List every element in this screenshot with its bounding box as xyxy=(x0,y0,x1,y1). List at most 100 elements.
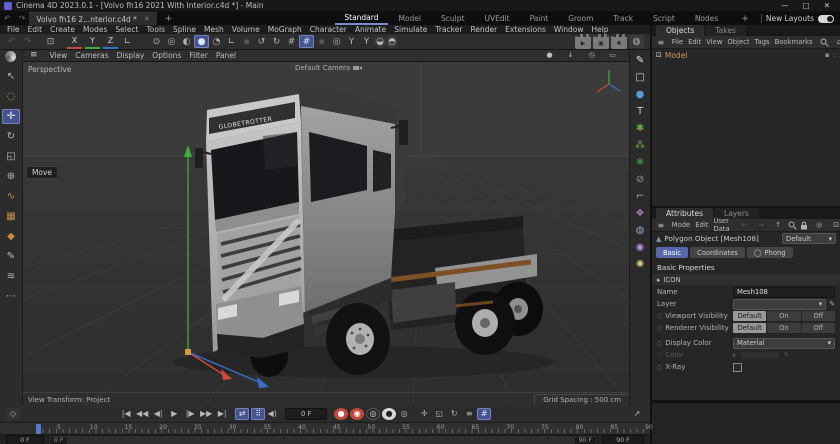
spline-pen-icon[interactable]: ✎ xyxy=(632,53,648,67)
goto-end-button[interactable]: ▶| xyxy=(215,408,229,420)
param-circle-icon[interactable]: ○ xyxy=(657,325,662,332)
isolate-single-icon[interactable]: ◓ xyxy=(386,36,398,48)
audio-icon[interactable]: ◀) xyxy=(265,408,279,420)
menu-item[interactable]: Character xyxy=(306,25,351,34)
tab-takes[interactable]: Takes xyxy=(705,25,746,36)
modeling-settings-tool[interactable]: ▦ xyxy=(2,209,20,224)
range-start-field[interactable]: 0 F xyxy=(6,435,44,444)
down-arrow-icon[interactable]: ↓ xyxy=(561,50,580,60)
pen-tool[interactable]: ✎ xyxy=(2,249,20,264)
render-region-icon[interactable]: ◍ xyxy=(629,35,644,48)
layout-tab-model[interactable]: Model xyxy=(390,13,431,24)
volume-icon[interactable]: ❖ xyxy=(632,206,648,220)
name-input[interactable] xyxy=(733,287,835,298)
live-selection-tool[interactable]: ◌ xyxy=(2,89,20,104)
camera-indicator[interactable]: Default Camera xyxy=(295,64,362,72)
isolate-icon[interactable]: ◒ xyxy=(374,36,386,48)
edit-icon[interactable]: ⊡ xyxy=(829,221,840,230)
display-color-dropdown[interactable]: Material ▾ xyxy=(733,338,835,349)
viewport-menu-item[interactable]: Panel xyxy=(212,51,240,60)
shading-mode-icon[interactable]: ◐ xyxy=(179,35,194,48)
goto-start-button[interactable]: |◀ xyxy=(119,408,133,420)
spline-boolean-icon[interactable]: ⌐ xyxy=(632,189,648,203)
redo-icon[interactable]: ↷ xyxy=(20,35,35,48)
menu-item[interactable]: Extensions xyxy=(501,25,550,34)
rv-default-button[interactable]: Default xyxy=(733,323,766,333)
layout-tab-sculpt[interactable]: Sculpt xyxy=(432,13,473,24)
vv-default-button[interactable]: Default xyxy=(733,311,766,321)
axis-x-button[interactable]: X xyxy=(67,35,82,49)
attributes-hamburger-icon[interactable]: ≡ xyxy=(655,221,667,230)
add-layout-button[interactable]: + xyxy=(733,14,757,24)
fcurve-editor-icon[interactable]: ↗ xyxy=(630,408,644,420)
layout-tab-track[interactable]: Track xyxy=(604,13,642,24)
objects-menu-item[interactable]: Bookmarks xyxy=(772,38,815,46)
workplane-lock-icon[interactable]: Y xyxy=(359,35,374,48)
menu-item[interactable]: File xyxy=(3,25,24,34)
record-keyframe-button[interactable]: ● xyxy=(334,408,348,420)
layer-edit-icon[interactable]: ✎ xyxy=(826,300,835,308)
camera-icon[interactable]: ◉ xyxy=(632,240,648,254)
menu-item[interactable]: MoGraph xyxy=(264,25,306,34)
axis-z-button[interactable]: Z xyxy=(103,35,118,49)
attributes-menu-item[interactable]: Mode xyxy=(669,221,693,229)
add-document-button[interactable]: + xyxy=(157,14,181,24)
menu-item[interactable]: Spline xyxy=(169,25,200,34)
render-view-button[interactable]: ▶ xyxy=(575,34,591,49)
param-circle-icon[interactable]: ○ xyxy=(657,313,662,320)
lock-icon[interactable] xyxy=(800,221,809,230)
range-slider[interactable]: 0 F 90 F xyxy=(48,435,598,444)
undo-icon[interactable]: ↶ xyxy=(4,35,19,48)
layout-tab-groom[interactable]: Groom xyxy=(559,13,602,24)
viewport-menu-item[interactable]: Options xyxy=(148,51,185,60)
home-icon[interactable]: ⌂ xyxy=(832,38,840,47)
subdivision-icon[interactable]: ✱ xyxy=(632,121,648,135)
menu-item[interactable]: Window xyxy=(550,25,588,34)
layout-tab-script[interactable]: Script xyxy=(644,13,684,24)
record-parameter-button[interactable]: ≡ xyxy=(462,408,476,420)
tab-objects[interactable]: Objects xyxy=(656,25,704,36)
document-tab[interactable]: Volvo fh16 2...nterior.c4d * ✕ xyxy=(29,12,156,26)
record-filter-button[interactable]: ● xyxy=(382,408,396,420)
workplane-icon[interactable]: Y xyxy=(344,35,359,48)
target-icon[interactable]: ◎ xyxy=(329,35,344,48)
keyframe-snap-button[interactable]: # xyxy=(477,408,491,420)
layout-tab-standard[interactable]: Standard xyxy=(335,12,387,25)
undo-icon[interactable]: ↶ xyxy=(0,14,15,23)
viewport-hamburger-icon[interactable]: ≡ xyxy=(26,50,42,60)
objects-menu-item[interactable]: Edit xyxy=(686,38,704,46)
keyframe-marker-icon[interactable]: ◇ xyxy=(6,408,20,420)
coord-world-icon[interactable]: ↻ xyxy=(269,35,284,48)
keying-settings-button[interactable]: ◎ xyxy=(397,408,411,420)
select-tool[interactable]: ↖ xyxy=(2,69,20,84)
redo-icon[interactable]: ↷ xyxy=(15,14,30,23)
render-settings-button[interactable]: ✱ xyxy=(611,34,627,49)
up-arrow-icon[interactable]: ↑ xyxy=(771,221,785,230)
field-icon[interactable]: ⊘ xyxy=(632,172,648,186)
prev-key-button[interactable]: ◀◀ xyxy=(135,408,149,420)
playhead[interactable] xyxy=(36,424,41,434)
menu-item[interactable]: Animate xyxy=(351,25,390,34)
objects-menu-item[interactable]: View xyxy=(704,38,725,46)
next-key-button[interactable]: ▶▶ xyxy=(199,408,213,420)
c4d-logo-icon[interactable] xyxy=(5,51,16,62)
simulation-mode-icon[interactable]: ● xyxy=(194,35,209,48)
layout-tab-nodes[interactable]: Nodes xyxy=(686,13,727,24)
primitive-sphere-icon[interactable]: ● xyxy=(632,87,648,101)
play-button[interactable]: ▶ xyxy=(167,408,181,420)
axis-y-button[interactable]: Y xyxy=(85,35,100,49)
attributes-menu-item[interactable]: Edit xyxy=(693,221,711,229)
knife-tool[interactable]: ◆ xyxy=(2,229,20,244)
visibility-dots-icon[interactable]: : xyxy=(834,51,836,59)
menu-item[interactable]: Mesh xyxy=(200,25,228,34)
light-icon[interactable]: ✺ xyxy=(632,257,648,271)
menu-item[interactable]: Tracker xyxy=(431,25,466,34)
menu-item[interactable]: Tools xyxy=(143,25,169,34)
back-arrow-icon[interactable]: ← xyxy=(737,221,751,230)
menu-item[interactable]: Edit xyxy=(24,25,47,34)
record-position-button[interactable]: ✛ xyxy=(417,408,431,420)
attributes-menu-item[interactable]: User Data xyxy=(711,217,732,233)
play-rate-icon[interactable]: ⠿ xyxy=(251,408,265,420)
vv-off-button[interactable]: Off xyxy=(802,311,835,321)
axis-mode-icon[interactable]: ∟ xyxy=(224,35,239,48)
